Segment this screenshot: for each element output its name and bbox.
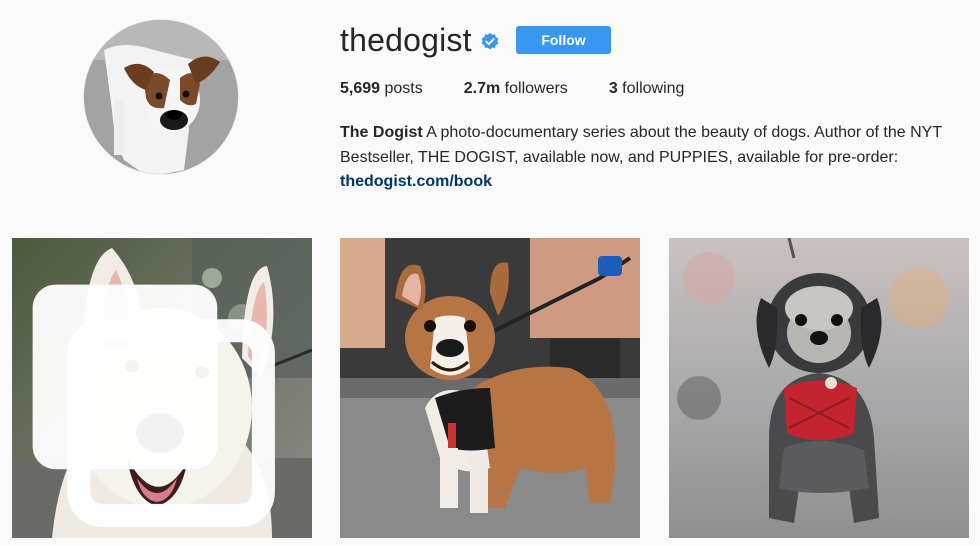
followers-count: 2.7m bbox=[463, 80, 501, 97]
carousel-icon bbox=[32, 284, 275, 527]
following-label: following bbox=[622, 80, 685, 97]
verified-badge-icon bbox=[481, 32, 499, 49]
follow-button[interactable]: Follow bbox=[516, 26, 611, 54]
post-tile[interactable] bbox=[669, 238, 969, 538]
username-row: thedogist bbox=[340, 18, 500, 62]
bio-text: A photo-documentary series about the bea… bbox=[340, 124, 942, 166]
posts-label: posts bbox=[384, 80, 423, 97]
bio-website-link[interactable]: thedogist.com/book bbox=[340, 173, 492, 190]
followers-stat[interactable]: 2.7m followers bbox=[464, 80, 568, 98]
avatar-dog-image bbox=[84, 20, 238, 174]
posts-count: 5,699 bbox=[340, 80, 381, 97]
profile-avatar[interactable] bbox=[84, 20, 238, 174]
french-bulldog-photo bbox=[340, 238, 640, 538]
profile-stats: 5,699 posts 2.7m followers 3 following bbox=[340, 80, 725, 98]
following-count: 3 bbox=[608, 80, 618, 97]
posts-stat: 5,699 posts bbox=[340, 80, 423, 98]
bio-full-name: The Dogist bbox=[340, 124, 423, 141]
following-stat[interactable]: 3 following bbox=[609, 80, 685, 98]
post-tile[interactable] bbox=[340, 238, 640, 538]
post-tile[interactable] bbox=[12, 238, 312, 538]
followers-label: followers bbox=[504, 80, 568, 97]
username: thedogist bbox=[340, 21, 472, 58]
shih-tzu-mix-photo bbox=[669, 238, 969, 538]
profile-bio: The Dogist A photo-documentary series ab… bbox=[340, 121, 960, 195]
